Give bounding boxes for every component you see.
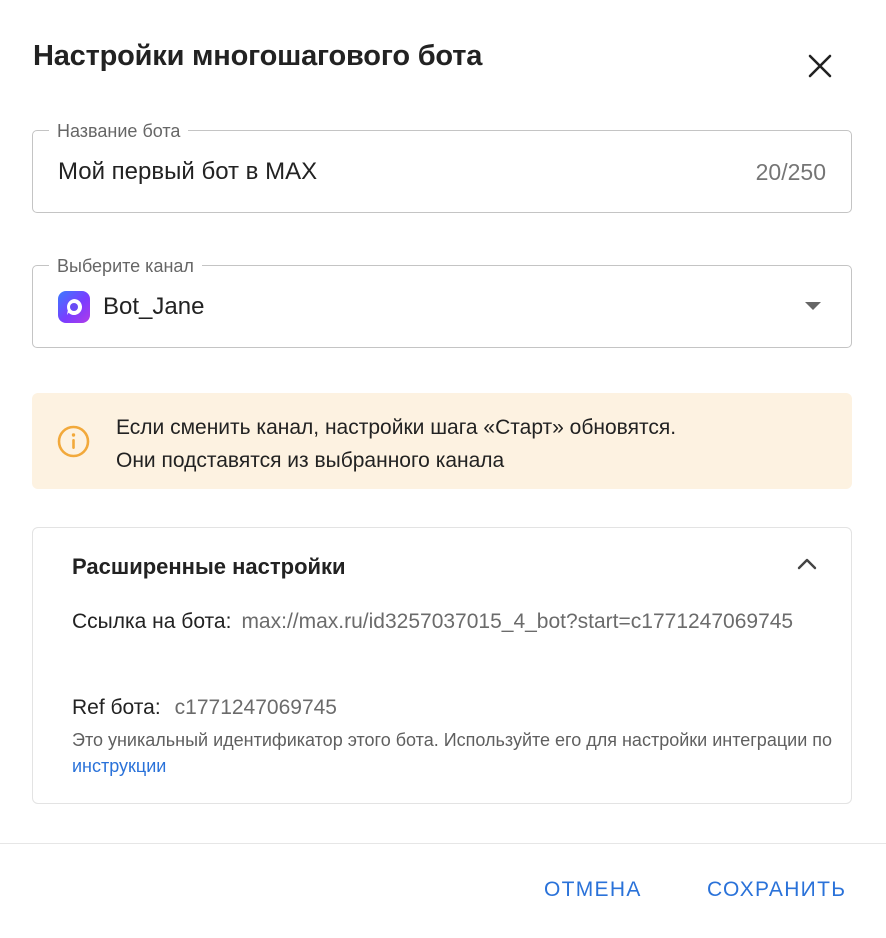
- bot-link-label: Ссылка на бота:: [72, 610, 232, 633]
- alert-line-2: Они подставятся из выбранного канала: [116, 449, 505, 472]
- dropdown-arrow-icon[interactable]: [805, 302, 821, 310]
- footer-divider: [0, 843, 886, 844]
- save-button[interactable]: СОХРАНИТЬ: [707, 878, 846, 902]
- bot-ref-label: Ref бота:: [72, 696, 161, 719]
- advanced-settings-title[interactable]: Расширенные настройки: [72, 554, 346, 580]
- char-counter: 20/250: [755, 159, 826, 185]
- bot-name-label: Название бота: [49, 120, 189, 142]
- cancel-button[interactable]: ОТМЕНА: [544, 878, 642, 902]
- alert-message: Если сменить канал, настройки шага «Стар…: [116, 411, 676, 477]
- bot-link-row: Ссылка на бота: max://max.ru/id3257037015…: [72, 606, 812, 638]
- bot-link-value: max://max.ru/id3257037015_4_bot?start=c1…: [241, 610, 794, 633]
- instructions-link[interactable]: инструкции: [72, 756, 166, 776]
- bot-name-input[interactable]: Мой первый бот в MAX: [58, 158, 317, 186]
- channel-select[interactable]: Выберите канал Bot_Jane: [32, 255, 852, 348]
- max-messenger-icon: [58, 291, 90, 323]
- close-icon: [808, 54, 832, 78]
- channel-change-alert: Если сменить канал, настройки шага «Стар…: [32, 393, 852, 489]
- bot-ref-value: c1771247069745: [174, 696, 337, 719]
- alert-line-1: Если сменить канал, настройки шага «Стар…: [116, 416, 677, 439]
- dialog-title: Настройки многошагового бота: [33, 40, 483, 72]
- chevron-up-icon[interactable]: [797, 558, 817, 570]
- channel-selected-value: Bot_Jane: [103, 293, 205, 320]
- advanced-settings-panel: Расширенные настройки Ссылка на бота: max…: [32, 527, 852, 804]
- bot-name-field[interactable]: Название бота Мой первый бот в MAX 20/25…: [32, 120, 852, 213]
- close-button[interactable]: [800, 46, 840, 86]
- info-icon: [57, 425, 90, 458]
- ref-hint-text: Это уникальный идентификатор этого бота.…: [72, 730, 833, 750]
- channel-label: Выберите канал: [49, 255, 202, 277]
- ref-hint: Это уникальный идентификатор этого бота.…: [72, 727, 832, 779]
- bot-ref-row: Ref бота: c1771247069745: [72, 696, 337, 720]
